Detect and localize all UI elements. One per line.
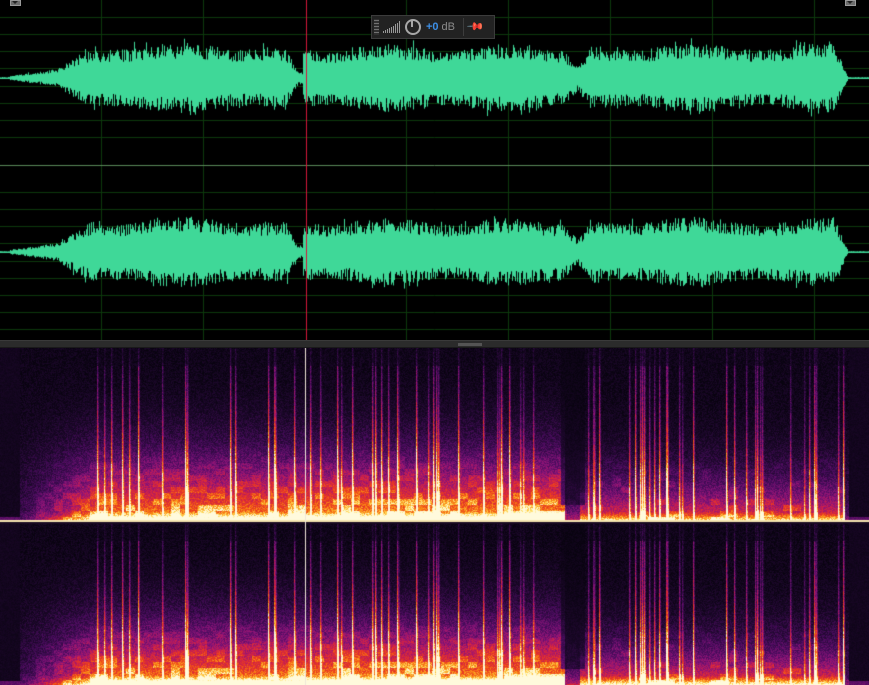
gain-knob-icon[interactable]: [405, 19, 421, 35]
gain-unit: dB: [441, 21, 456, 33]
zoom-corner-left-icon[interactable]: [10, 0, 21, 6]
waveform-canvas[interactable]: [0, 0, 869, 340]
volume-bars-icon: [383, 21, 400, 33]
spectral-display[interactable]: [0, 348, 869, 685]
gain-value[interactable]: +0: [426, 21, 439, 33]
drag-handle-icon[interactable]: [374, 19, 379, 35]
panel-splitter[interactable]: [0, 340, 869, 348]
spectrogram-canvas[interactable]: [0, 348, 869, 685]
zoom-corner-right-icon[interactable]: [845, 0, 856, 6]
splitter-grip-icon[interactable]: [458, 343, 482, 346]
pin-icon[interactable]: 📌: [466, 18, 484, 36]
hud-gain-control[interactable]: +0 dB 📌: [371, 15, 495, 39]
hud-separator: [463, 18, 465, 36]
waveform-display[interactable]: +0 dB 📌: [0, 0, 869, 340]
